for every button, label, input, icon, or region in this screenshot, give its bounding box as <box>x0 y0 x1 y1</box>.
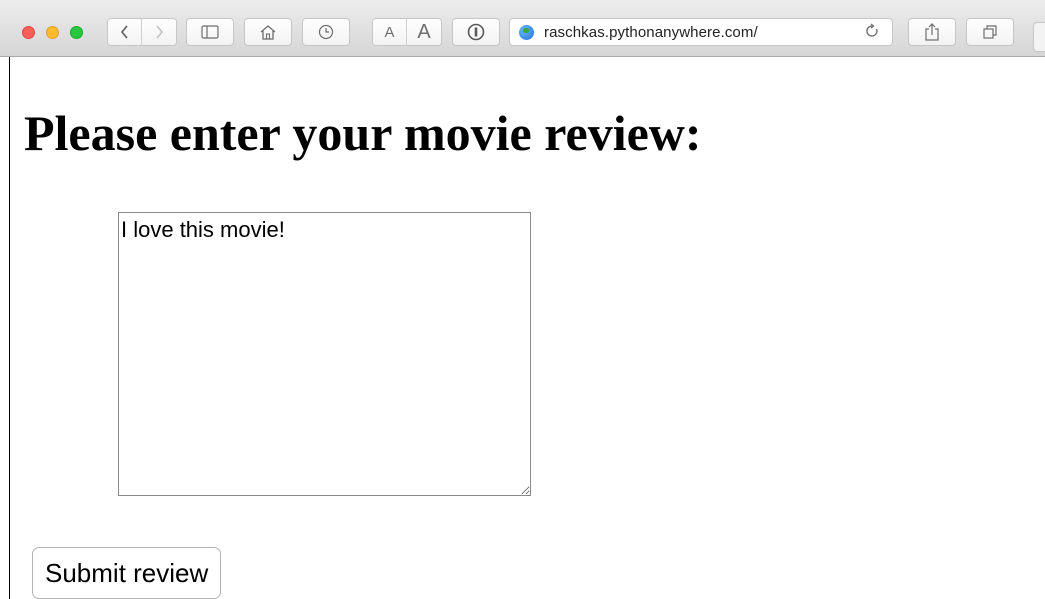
url-text: raschkas.pythonanywhere.com/ <box>544 24 758 41</box>
page-content: Please enter your movie review: I love t… <box>9 57 1045 599</box>
reload-button[interactable] <box>864 23 880 39</box>
close-window-button[interactable] <box>22 26 35 39</box>
home-icon <box>260 25 276 40</box>
share-icon <box>925 23 939 41</box>
back-forward-group <box>107 18 177 46</box>
chevron-left-icon <box>120 25 128 39</box>
tabs-icon <box>983 25 997 39</box>
minimize-window-button[interactable] <box>46 26 59 39</box>
chevron-right-icon <box>156 25 164 39</box>
new-tab-button[interactable] <box>1033 22 1045 52</box>
history-button[interactable] <box>302 18 350 46</box>
back-button[interactable] <box>108 19 142 45</box>
text-larger-button[interactable]: A <box>406 19 441 45</box>
clock-icon <box>318 24 334 40</box>
browser-toolbar: A A raschkas.pythonanywhere.com/ <box>0 0 1045 57</box>
one-password-icon <box>467 23 485 41</box>
zoom-window-button[interactable] <box>70 26 83 39</box>
forward-button[interactable] <box>141 19 176 45</box>
share-button[interactable] <box>908 18 956 46</box>
show-tabs-button[interactable] <box>966 18 1014 46</box>
sidebar-icon <box>201 25 219 39</box>
password-button[interactable] <box>452 18 500 46</box>
review-textarea[interactable]: I love this movie! <box>118 212 531 496</box>
text-size-group: A A <box>372 18 442 46</box>
address-bar[interactable]: raschkas.pythonanywhere.com/ <box>509 18 893 46</box>
reload-icon <box>866 23 878 37</box>
home-button[interactable] <box>244 18 292 46</box>
submit-review-button[interactable]: Submit review <box>32 547 222 599</box>
sidebar-button[interactable] <box>186 18 234 46</box>
text-smaller-button[interactable]: A <box>373 19 407 45</box>
globe-icon <box>519 25 534 40</box>
page-title: Please enter your movie review: <box>24 105 702 161</box>
